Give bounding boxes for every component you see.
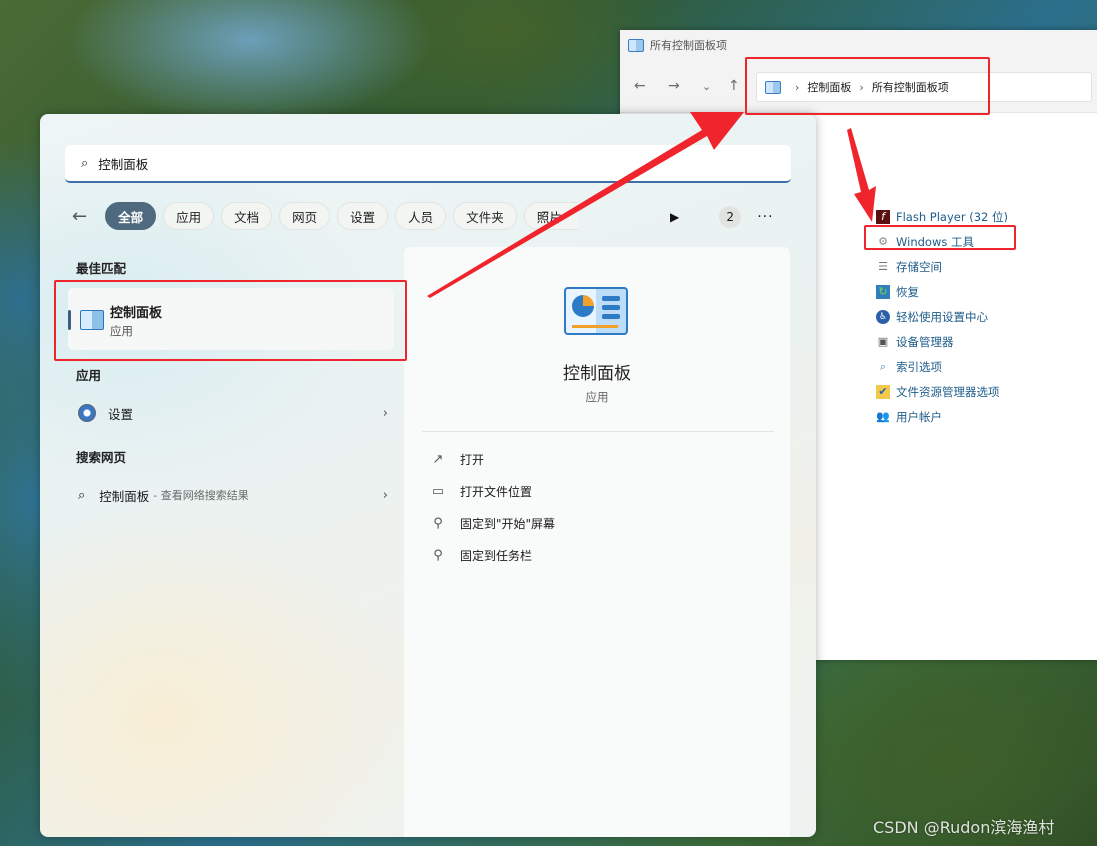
annotation-arrows xyxy=(427,112,876,298)
arrow-to-address-bar xyxy=(427,112,744,298)
arrow-to-windows-tools xyxy=(847,128,876,222)
watermark: CSDN @Rudon滨海渔村 xyxy=(873,818,1055,837)
